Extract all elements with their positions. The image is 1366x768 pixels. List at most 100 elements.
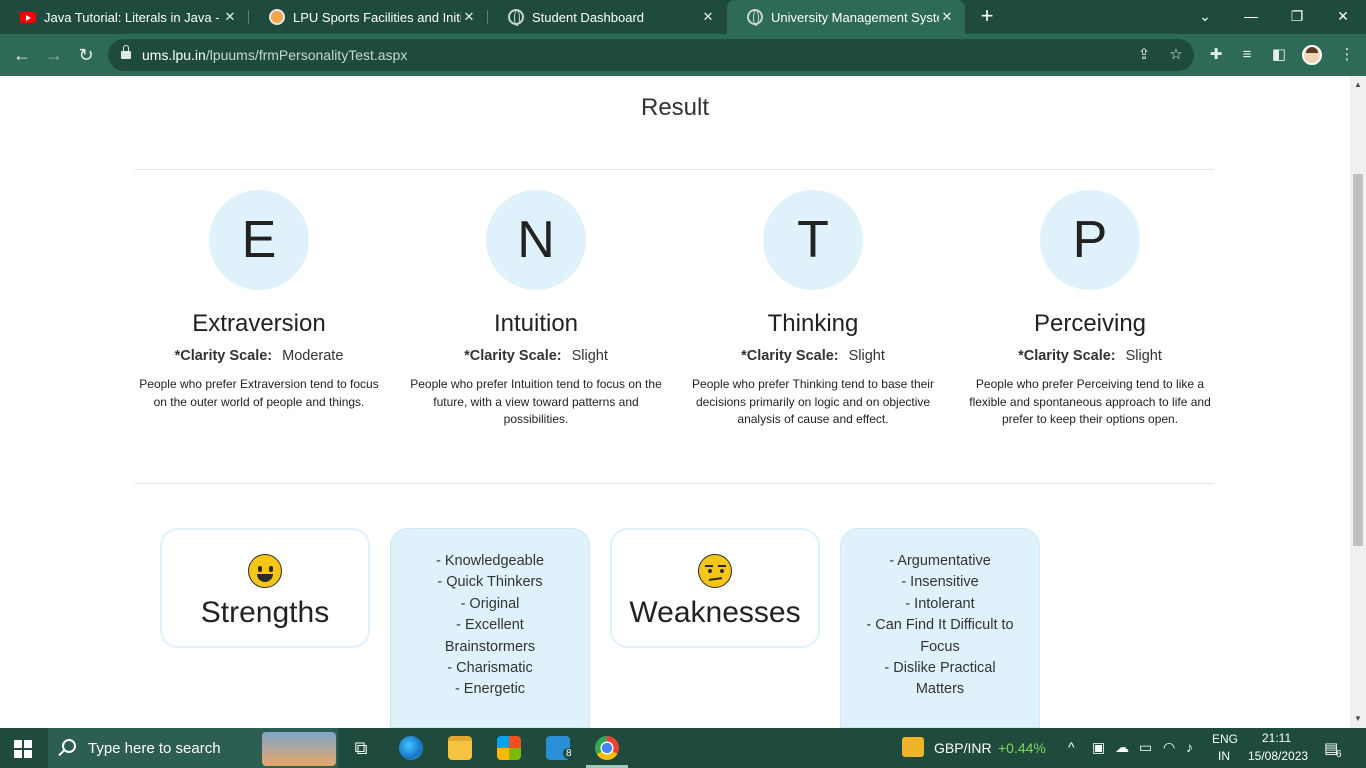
tab-lpu-sports[interactable]: LPU Sports Facilities and Initiatives ✕ (249, 0, 487, 34)
scroll-down-arrow-icon[interactable]: ▼ (1350, 712, 1366, 726)
scroll-up-arrow-icon[interactable]: ▲ (1350, 78, 1366, 92)
microsoft-store-icon[interactable] (497, 736, 521, 760)
tab-title: LPU Sports Facilities and Initiatives (293, 9, 461, 25)
list-item: - Excellent Brainstormers (444, 617, 536, 655)
clarity-label: *Clarity Scale: (741, 348, 839, 364)
address-bar[interactable]: ums.lpu.in/lpuums/frmPersonalityTest.asp… (108, 39, 1194, 71)
strengths-label: Strengths (200, 596, 330, 629)
trait-description: People who prefer Extraversion tend to f… (139, 377, 379, 409)
strengths-list: - Knowledgeable - Quick Thinkers - Origi… (390, 528, 590, 728)
lock-icon[interactable] (121, 45, 131, 60)
trait-description: People who prefer Intuition tend to focu… (410, 377, 662, 426)
trait-letter-badge: E (209, 190, 309, 290)
close-window-button[interactable]: ✕ (1320, 0, 1366, 32)
list-item: - Insensitive (901, 574, 979, 591)
tab-title: Student Dashboard (532, 9, 645, 25)
trait-thinking: T Thinking *Clarity Scale: Slight People … (683, 190, 943, 429)
onedrive-cloud-icon[interactable]: ☁ (1115, 739, 1129, 756)
scrollbar-thumb[interactable] (1353, 174, 1363, 546)
reload-icon[interactable]: ↻ (74, 43, 98, 67)
language-code[interactable]: ENG (1212, 732, 1238, 746)
language-region[interactable]: IN (1218, 749, 1230, 763)
trait-description: People who prefer Perceiving tend to lik… (969, 377, 1211, 426)
task-view-icon[interactable]: ⧉ (349, 736, 373, 760)
trait-name: Extraversion (192, 310, 326, 337)
clock-time[interactable]: 21:11 (1262, 731, 1291, 745)
list-item: - Intolerant (905, 595, 975, 612)
clarity-value: Slight (1125, 348, 1162, 364)
file-explorer-icon[interactable] (448, 736, 472, 760)
globe-icon (747, 9, 763, 26)
close-icon[interactable]: ✕ (700, 9, 716, 25)
close-icon[interactable]: ✕ (939, 9, 955, 25)
mail-badge: 8 (563, 748, 575, 759)
extensions-puzzle-icon[interactable]: ✚ (1205, 44, 1227, 66)
divider (135, 169, 1214, 170)
windows-start-icon[interactable] (14, 740, 32, 758)
new-tab-button[interactable]: + (976, 5, 998, 27)
clarity-scale: *Clarity Scale: Slight (960, 348, 1220, 364)
tab-title: Java Tutorial: Literals in Java - You (44, 9, 222, 25)
clock-date[interactable]: 15/08/2023 (1248, 749, 1308, 763)
edge-browser-icon[interactable] (399, 736, 423, 760)
clarity-scale: *Clarity Scale: Moderate (129, 348, 389, 364)
lpu-icon (269, 9, 285, 25)
clarity-label: *Clarity Scale: (464, 348, 562, 364)
tab-title: University Management System - (771, 9, 939, 25)
weaknesses-list: - Argumentative - Insensitive - Intolera… (840, 528, 1040, 728)
trait-name: Perceiving (1033, 310, 1147, 337)
tab-java-tutorial[interactable]: Java Tutorial: Literals in Java - You ✕ (0, 0, 248, 34)
forward-arrow-icon[interactable]: → (42, 43, 66, 67)
restore-button[interactable]: ❐ (1274, 0, 1320, 32)
trait-name: Intuition (493, 310, 579, 337)
ticker-symbol[interactable]: GBP/INR (934, 740, 992, 756)
list-item: - Knowledgeable (435, 553, 545, 569)
bookmark-star-icon[interactable]: ☆ (1166, 45, 1186, 65)
side-panel-icon[interactable]: ◧ (1268, 44, 1290, 66)
close-icon[interactable]: ✕ (222, 9, 238, 25)
clarity-scale: *Clarity Scale: Slight (406, 348, 666, 364)
show-hidden-icons-chevron-icon[interactable]: ^ (1068, 739, 1075, 755)
clarity-scale: *Clarity Scale: Slight (683, 348, 943, 364)
chrome-icon[interactable] (595, 736, 619, 760)
close-icon[interactable]: ✕ (461, 9, 477, 25)
trait-letter-badge: N (486, 190, 586, 290)
ticker-change[interactable]: +0.44% (998, 740, 1046, 756)
minimize-button[interactable]: — (1228, 0, 1274, 32)
stocks-widget-icon[interactable] (902, 737, 924, 757)
strengths-card: Strengths (160, 528, 370, 648)
trait-description: People who prefer Thinking tend to base … (692, 377, 934, 426)
trait-name: Thinking (767, 310, 859, 337)
media-queue-icon[interactable]: ≡ (1236, 44, 1258, 66)
share-icon[interactable]: ⇪ (1134, 45, 1154, 65)
list-item: - Original (460, 595, 520, 612)
volume-icon[interactable]: ♪ (1186, 739, 1193, 755)
page-title: Result (640, 94, 710, 121)
windows-taskbar: Type here to search ⧉ 8 GBP/INR +0.44% ^… (0, 728, 1366, 768)
vertical-scrollbar[interactable]: ▲ ▼ (1350, 76, 1366, 728)
search-icon (62, 739, 76, 753)
tab-student-dashboard[interactable]: Student Dashboard ✕ (488, 0, 726, 34)
list-item: - Quick Thinkers (437, 574, 543, 591)
list-item: - Argumentative (889, 553, 991, 569)
list-item: - Charismatic (447, 660, 533, 677)
address-toolbar: ← → ↻ ums.lpu.in/lpuums/frmPersonalityTe… (0, 34, 1366, 76)
divider (135, 483, 1214, 484)
back-arrow-icon[interactable]: ← (10, 43, 34, 67)
trait-letter-badge: P (1040, 190, 1140, 290)
meet-now-icon[interactable]: ▣ (1092, 739, 1105, 756)
globe-icon (508, 9, 524, 26)
tab-search-chevron-icon[interactable]: ⌄ (1182, 0, 1228, 32)
clarity-value: Slight (571, 348, 608, 364)
search-placeholder: Type here to search (88, 740, 221, 757)
menu-kebab-icon[interactable]: ⋮ (1336, 44, 1358, 66)
trait-perceiving: P Perceiving *Clarity Scale: Slight Peopl… (960, 190, 1220, 429)
battery-icon[interactable]: ▭ (1139, 739, 1152, 756)
url-text[interactable]: ums.lpu.in/lpuums/frmPersonalityTest.asp… (142, 47, 407, 63)
tab-university-management[interactable]: University Management System - ✕ (727, 0, 965, 34)
page-content: Result E Extraversion *Clarity Scale: Mod… (0, 76, 1350, 728)
wifi-icon[interactable]: ◠ (1163, 739, 1175, 756)
tab-strip: Java Tutorial: Literals in Java - You ✕ … (0, 0, 1366, 34)
trait-letter-badge: T (763, 190, 863, 290)
profile-avatar[interactable] (1302, 45, 1322, 65)
